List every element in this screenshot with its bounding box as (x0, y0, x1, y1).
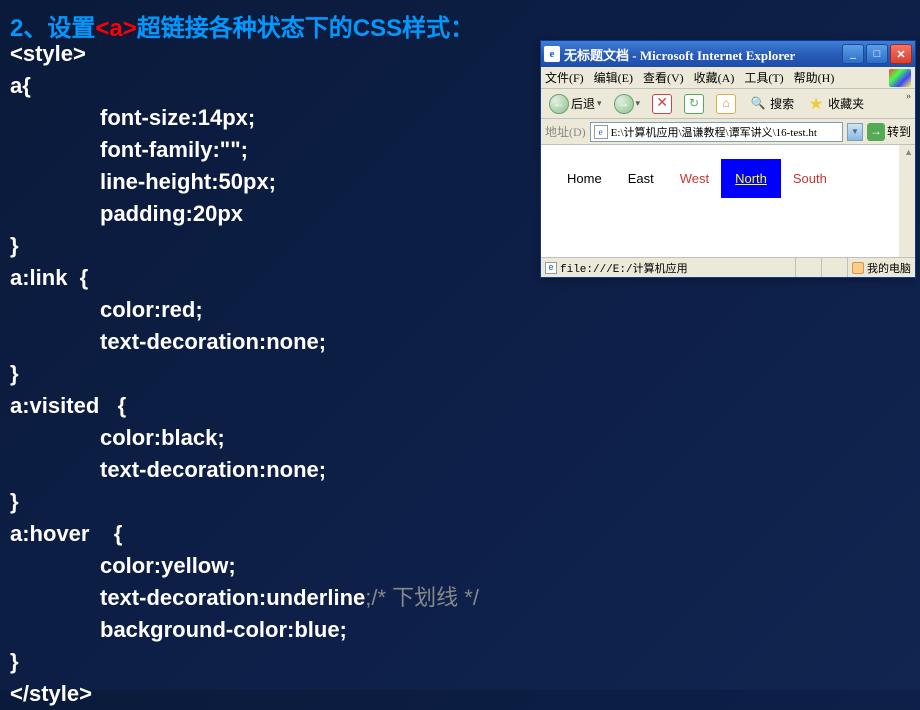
window-title: 无标题文档 - Microsoft Internet Explorer (564, 45, 842, 64)
home-icon: ⌂ (716, 94, 736, 114)
code-line: text-decoration:none; (10, 326, 479, 358)
ie-page-icon: e (594, 125, 608, 139)
code-line: font-family:""; (10, 134, 479, 166)
nav-home[interactable]: Home (567, 171, 602, 186)
computer-icon (852, 262, 864, 274)
code-line: a:link { (10, 262, 479, 294)
minimize-button[interactable]: _ (842, 44, 864, 64)
menu-tools[interactable]: 工具(T) (744, 69, 783, 86)
code-comment: ;/* 下划线 */ (365, 585, 479, 610)
code-line: <style> (10, 38, 479, 70)
status-cell (796, 258, 822, 277)
back-label: 后退 (571, 95, 595, 112)
code-line: } (10, 358, 479, 390)
code-line: text-decoration:none; (10, 454, 479, 486)
stop-button[interactable]: ✕ (648, 92, 676, 116)
titlebar: e 无标题文档 - Microsoft Internet Explorer _ … (541, 41, 915, 67)
menubar: 文件(F) 编辑(E) 查看(V) 收藏(A) 工具(T) 帮助(H) (541, 67, 915, 89)
code-line: } (10, 486, 479, 518)
status-path: e file:///E:/计算机应用 (541, 258, 796, 277)
dropdown-icon: ▾ (636, 98, 641, 109)
favorites-label: 收藏夹 (828, 95, 864, 112)
nav-north[interactable]: North (721, 159, 781, 198)
refresh-button[interactable]: ↻ (680, 92, 708, 116)
code-line: } (10, 646, 479, 678)
code-line: text-decoration:underline;/* 下划线 */ (10, 582, 479, 614)
code-line: line-height:50px; (10, 166, 479, 198)
browser-window: e 无标题文档 - Microsoft Internet Explorer _ … (540, 40, 916, 278)
code-line: color:yellow; (10, 550, 479, 582)
home-button[interactable]: ⌂ (712, 92, 740, 116)
address-dropdown-button[interactable]: ▼ (847, 123, 863, 141)
back-icon: ← (549, 94, 569, 114)
code-line: color:red; (10, 294, 479, 326)
status-zone: 我的电脑 (848, 258, 915, 277)
menu-help[interactable]: 帮助(H) (794, 69, 835, 86)
windows-logo-icon (889, 69, 911, 87)
forward-icon: → (614, 94, 634, 114)
address-input[interactable]: e E:\计算机应用\温谦教程\谭军讲义\16-test.ht (590, 122, 843, 142)
code-line: font-size:14px; (10, 102, 479, 134)
refresh-icon: ↻ (684, 94, 704, 114)
address-label: 地址(D) (545, 123, 586, 140)
forward-button[interactable]: → ▾ (610, 92, 645, 116)
nav-east[interactable]: East (628, 171, 654, 186)
page-content: Home East West North South (541, 145, 915, 257)
menu-file[interactable]: 文件(F) (545, 69, 584, 86)
nav-south[interactable]: South (793, 171, 827, 186)
toolbar: ← 后退 ▾ → ▾ ✕ ↻ ⌂ 🔍 搜索 ★ 收藏夹 » (541, 89, 915, 119)
ie-page-icon: e (545, 262, 557, 274)
dropdown-icon: ▾ (597, 98, 602, 109)
statusbar: e file:///E:/计算机应用 我的电脑 (541, 257, 915, 277)
go-label: 转到 (887, 123, 911, 140)
menu-favorites[interactable]: 收藏(A) (694, 69, 735, 86)
code-block: <style> a{ font-size:14px; font-family:"… (10, 38, 479, 710)
code-line: a{ (10, 70, 479, 102)
favorites-button[interactable]: ★ 收藏夹 (802, 92, 868, 116)
menu-view[interactable]: 查看(V) (643, 69, 684, 86)
ie-page-icon: e (544, 46, 560, 62)
stop-icon: ✕ (652, 94, 672, 114)
search-label: 搜索 (770, 95, 794, 112)
search-button[interactable]: 🔍 搜索 (744, 92, 798, 116)
address-value: E:\计算机应用\温谦教程\谭军讲义\16-test.ht (611, 124, 817, 140)
code-line: color:black; (10, 422, 479, 454)
close-button[interactable]: ✕ (890, 44, 912, 64)
search-icon: 🔍 (748, 94, 768, 114)
star-icon: ★ (806, 94, 826, 114)
nav-west[interactable]: West (680, 171, 709, 186)
menu-edit[interactable]: 编辑(E) (594, 69, 633, 86)
code-line: a:hover { (10, 518, 479, 550)
back-button[interactable]: ← 后退 ▾ (545, 92, 606, 116)
go-icon: → (867, 123, 885, 141)
maximize-button[interactable]: □ (866, 44, 888, 64)
code-line: background-color:blue; (10, 614, 479, 646)
addressbar: 地址(D) e E:\计算机应用\温谦教程\谭军讲义\16-test.ht ▼ … (541, 119, 915, 145)
code-line: a:visited { (10, 390, 479, 422)
code-line: } (10, 230, 479, 262)
status-cell (822, 258, 848, 277)
go-button[interactable]: → 转到 (867, 123, 911, 141)
code-line: </style> (10, 678, 479, 710)
toolbar-overflow-icon[interactable]: » (906, 91, 911, 102)
code-line: padding:20px (10, 198, 479, 230)
nav-links: Home East West North South (541, 145, 899, 186)
